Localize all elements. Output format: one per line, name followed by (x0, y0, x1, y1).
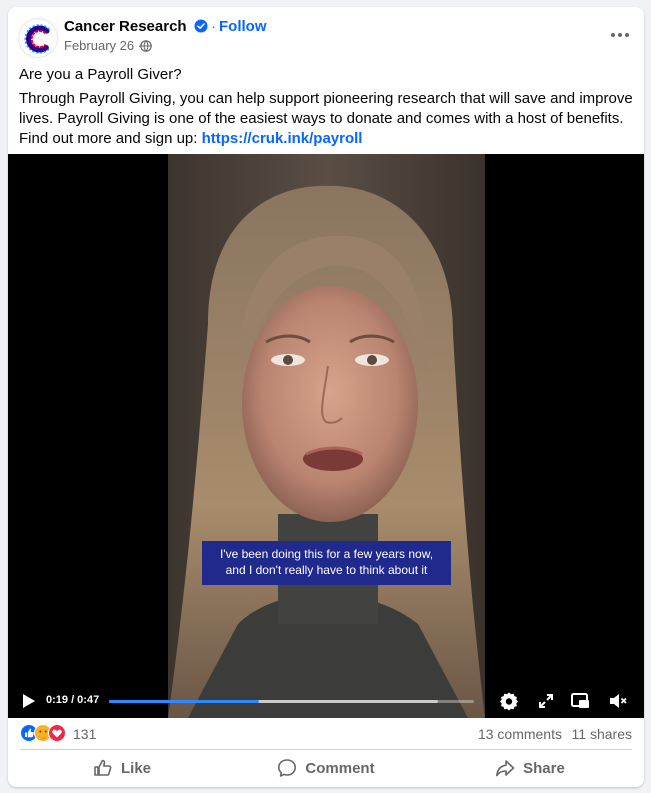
verified-badge-icon (194, 19, 208, 33)
reactions-bar: 131 13 comments 11 shares (20, 724, 632, 744)
reaction-icons[interactable] (20, 724, 70, 742)
reaction-count[interactable]: 131 (73, 726, 96, 742)
love-reaction-icon (48, 724, 66, 742)
payroll-link[interactable]: https://cruk.ink/payroll (202, 130, 363, 147)
share-button[interactable]: Share (428, 752, 632, 784)
video-progress-fill (109, 700, 259, 703)
follow-button[interactable]: · Follow (211, 18, 267, 35)
video-player[interactable]: I've been doing this for a few years now… (8, 154, 644, 718)
muted-speaker-icon[interactable] (608, 691, 628, 711)
like-label: Like (120, 759, 151, 777)
video-progress-bar[interactable] (109, 700, 474, 703)
more-options-button[interactable] (608, 23, 632, 47)
shares-count[interactable]: 11 shares (572, 726, 632, 742)
more-dot-icon (618, 33, 622, 37)
globe-icon (140, 40, 152, 52)
follow-label: Follow (219, 18, 267, 35)
divider (20, 749, 632, 750)
video-subtitle: I've been doing this for a few years now… (202, 541, 451, 585)
post-date[interactable]: February 26 · (64, 38, 142, 53)
post-title-line: Are you a Payroll Giver? (19, 66, 182, 83)
separator-dot: · (211, 18, 216, 35)
video-controls: 0:19 / 0:47 (8, 684, 644, 718)
comments-count[interactable]: 13 comments (478, 726, 562, 742)
post-card: Cancer Research · Follow February 26 · Ar… (8, 7, 644, 787)
subtitle-line: I've been doing this for a few years now… (219, 547, 434, 561)
post-actions: Like Comment Share (20, 752, 632, 784)
picture-in-picture-icon[interactable] (570, 691, 590, 711)
settings-gear-icon[interactable] (499, 691, 519, 711)
video-frame (168, 154, 485, 718)
comment-button[interactable]: Comment (224, 752, 428, 784)
subtitle-line: and I don't really have to think about i… (225, 563, 428, 577)
comment-bubble-icon (278, 759, 297, 777)
play-icon[interactable] (22, 693, 36, 709)
more-dot-icon (611, 33, 615, 37)
video-timecode: 0:19 / 0:47 (46, 694, 100, 706)
thumbs-up-icon (94, 759, 112, 776)
video-person-image (168, 154, 485, 718)
cancer-research-logo-icon (24, 24, 50, 54)
comment-label: Comment (305, 759, 375, 777)
fullscreen-icon[interactable] (536, 691, 556, 711)
post-text: Are you a Payroll Giver? Through Payroll… (19, 65, 634, 153)
share-label: Share (523, 759, 565, 777)
like-button[interactable]: Like (20, 752, 224, 784)
more-dot-icon (625, 33, 629, 37)
post-body: Through Payroll Giving, you can help sup… (19, 89, 634, 149)
avatar[interactable] (18, 18, 58, 58)
share-arrow-icon (496, 760, 515, 777)
page-name[interactable]: Cancer Research (64, 18, 187, 35)
post-header: Cancer Research · Follow February 26 · (8, 7, 644, 63)
